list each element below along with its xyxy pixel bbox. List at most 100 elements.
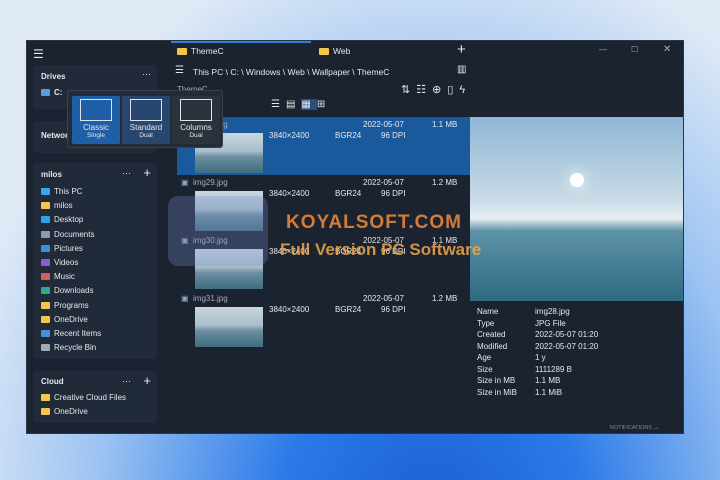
folder-icon xyxy=(41,230,50,238)
property-row: Type JPG File xyxy=(477,319,598,331)
columns-view-icon[interactable]: ▥ xyxy=(457,64,466,75)
sidebar-item[interactable]: OneDrive xyxy=(41,405,88,418)
sidebar-item[interactable]: Music xyxy=(41,270,75,283)
layout-subtitle: Dual xyxy=(139,132,153,139)
folder-icon xyxy=(41,259,50,266)
sidebar-item-label: This PC xyxy=(54,187,83,196)
property-row: Size in MB 1.1 MB xyxy=(477,376,598,388)
watermark-line2: Full Version PC Software xyxy=(280,240,482,259)
grid-view-icon[interactable]: ⊞ xyxy=(317,99,331,110)
folder-icon xyxy=(41,315,50,323)
more-icon[interactable]: ··· xyxy=(122,168,131,178)
tiles-view-icon[interactable]: ▤ xyxy=(286,99,301,110)
file-date: 2022-05-07 xyxy=(363,178,404,187)
file-dpi: 96 DPI xyxy=(381,131,406,140)
image-preview xyxy=(470,117,683,301)
property-row: Modified 2022-05-07 01:20 xyxy=(477,342,598,354)
sidebar-item[interactable]: Recycle Bin xyxy=(41,341,96,354)
maximize-icon[interactable]: ☐ xyxy=(631,45,638,54)
hamburger-menu-icon[interactable]: ☰ xyxy=(33,47,44,61)
layout-option-classic[interactable]: Classic Single xyxy=(72,96,120,144)
breadcrumb-segment[interactable]: Windows xyxy=(246,67,280,77)
more-icon[interactable]: ··· xyxy=(122,376,131,386)
file-size: 1.2 MB xyxy=(432,294,458,303)
notifications-toggle[interactable]: NOTIFICATIONS ︿ xyxy=(610,423,659,431)
details-icon[interactable]: ☷ xyxy=(416,84,432,96)
breadcrumb-segment[interactable]: C: xyxy=(230,67,239,77)
sidebar-item-label: Recycle Bin xyxy=(54,343,97,353)
sidebar-item[interactable]: Documents xyxy=(41,228,94,241)
folder-icon xyxy=(41,216,50,224)
breadcrumb-segment[interactable]: Wallpaper xyxy=(312,67,350,77)
file-format: BGR24 xyxy=(335,305,362,314)
sidebar-item-label: Programs xyxy=(54,300,89,310)
sidebar-item[interactable]: Pictures xyxy=(41,242,83,255)
notifications-label: NOTIFICATIONS xyxy=(609,425,652,431)
sidebar-item[interactable]: Programs xyxy=(41,299,89,312)
sidebar-item[interactable]: Recent Items xyxy=(41,327,101,340)
tab-themec[interactable]: ThemeC xyxy=(177,43,224,59)
property-key: Size in MiB xyxy=(477,387,518,397)
sidebar-item[interactable]: OneDrive xyxy=(41,313,88,326)
add-icon[interactable]: + xyxy=(143,373,151,388)
file-date: 2022-05-07 xyxy=(363,294,404,303)
file-row[interactable]: ▣ img31.jpg 2022-05-07 1.2 MB 3840×2400 … xyxy=(177,291,471,349)
details-view-icon[interactable]: ▦ xyxy=(301,99,317,110)
drive-label: C: xyxy=(54,88,63,97)
layout-title: Classic xyxy=(83,123,109,132)
folder-icon xyxy=(41,273,50,281)
layout-preview-icon xyxy=(130,99,162,121)
file-dimensions: 3840×2400 xyxy=(269,189,310,198)
breadcrumb[interactable]: This PC \ C: \ Windows \ Web \ Wallpaper… xyxy=(193,67,389,77)
breadcrumb-segment[interactable]: Web xyxy=(288,67,305,77)
sidebar-item[interactable]: This PC xyxy=(41,185,82,198)
toolbar-actions[interactable]: ⇅☷⊕▯ϟ xyxy=(401,83,471,96)
add-circle-icon[interactable]: ⊕ xyxy=(432,84,447,96)
layout-preview-icon xyxy=(180,99,212,121)
sidebar-item-label: Recent Items xyxy=(54,329,102,338)
close-icon[interactable]: ✕ xyxy=(663,44,671,55)
folder-icon xyxy=(41,287,50,295)
property-value: 2022-05-07 01:20 xyxy=(535,341,599,351)
drive-icon xyxy=(41,89,50,96)
sidebar-item[interactable]: Downloads xyxy=(41,284,94,297)
lightning-icon[interactable]: ϟ xyxy=(459,84,471,96)
layout-popup: Classic Single Standard Dual Columns Dual xyxy=(67,90,223,148)
folder-icon xyxy=(41,344,50,352)
folder-icon xyxy=(41,301,50,309)
sidebar-item-label: Music xyxy=(54,272,75,282)
sort-icon[interactable]: ⇅ xyxy=(401,84,416,96)
drive-c[interactable]: C: xyxy=(41,86,62,99)
view-toolbar[interactable]: ☰▤▦⊞ xyxy=(271,99,331,110)
sidebar-item-label: Pictures xyxy=(54,243,83,253)
drives-more-icon[interactable]: ··· xyxy=(142,69,151,79)
property-key: Type xyxy=(477,318,495,328)
sidebar-item[interactable]: Videos xyxy=(41,256,78,269)
minimize-icon[interactable]: — xyxy=(599,45,607,54)
layout-preview-icon xyxy=(80,99,112,121)
property-row: Age 1 y xyxy=(477,353,598,365)
sidebar-item-label: Documents xyxy=(54,229,95,239)
layout-option-standard[interactable]: Standard Dual xyxy=(122,96,170,144)
list-view-icon[interactable]: ☰ xyxy=(271,99,286,110)
breadcrumb-segment[interactable]: ThemeC xyxy=(357,67,390,77)
breadcrumb-segment[interactable]: This PC xyxy=(193,67,223,77)
new-tab-icon[interactable]: + xyxy=(457,41,466,58)
sidebar-item[interactable]: milos xyxy=(41,199,73,212)
property-value: 2022-05-07 01:20 xyxy=(535,330,599,339)
sidebar-item-label: Creative Cloud Files xyxy=(54,393,127,402)
sidebar-item[interactable]: Desktop xyxy=(41,213,83,226)
folder-icon xyxy=(177,47,187,55)
layout-option-columns[interactable]: Columns Dual xyxy=(172,96,220,144)
file-dpi: 96 DPI xyxy=(381,189,406,198)
tab-web[interactable]: Web xyxy=(319,43,350,59)
add-icon[interactable]: + xyxy=(143,165,151,180)
address-menu-icon[interactable]: ☰ xyxy=(175,65,184,76)
image-file-icon: ▣ xyxy=(181,294,189,303)
file-dimensions: 3840×2400 xyxy=(269,131,310,140)
folder-icon xyxy=(41,330,50,337)
sidebar-item[interactable]: Creative Cloud Files xyxy=(41,391,126,404)
layout-title: Columns xyxy=(180,123,212,132)
property-key: Size xyxy=(477,364,493,374)
clipboard-icon[interactable]: ▯ xyxy=(447,84,459,96)
